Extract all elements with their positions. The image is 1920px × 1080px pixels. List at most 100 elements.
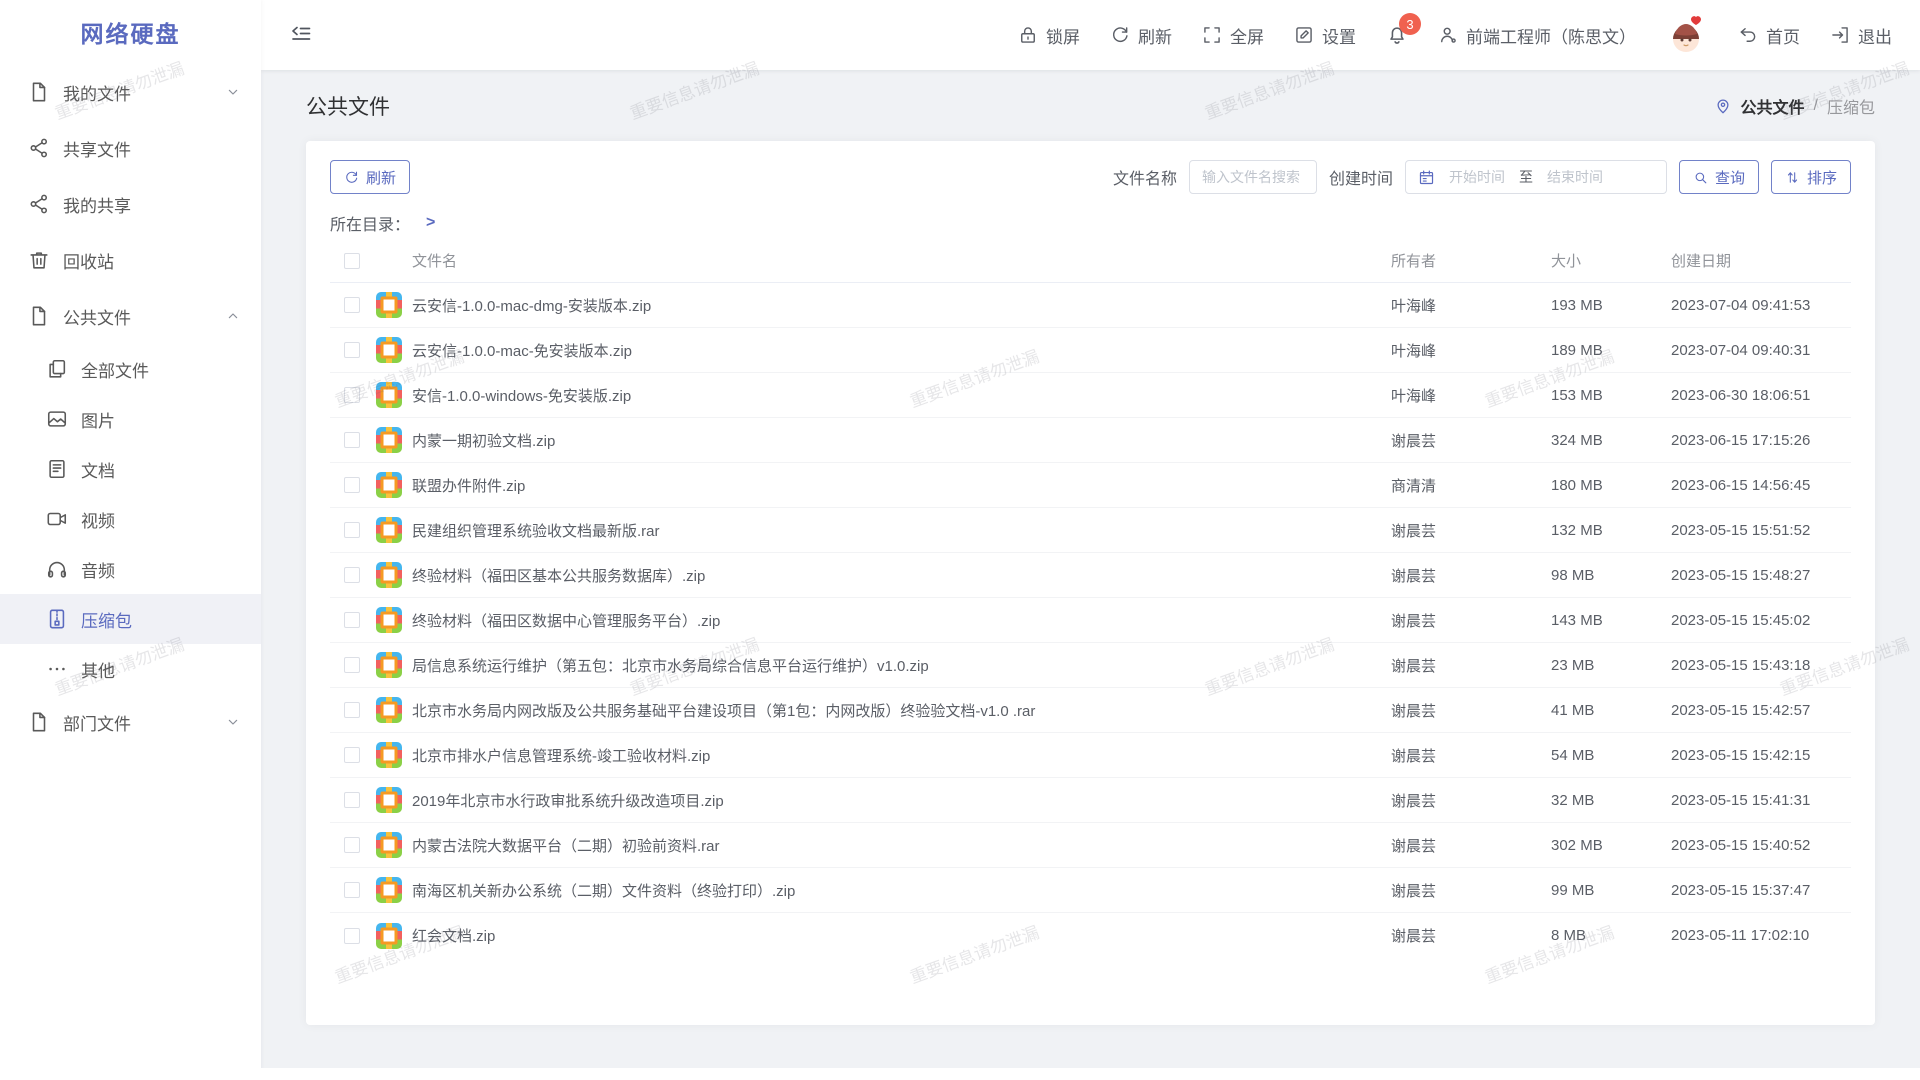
table-row[interactable]: 云安信-1.0.0-mac-免安装版本.zip 叶海峰 189 MB 2023-… [330,328,1851,373]
row-checkbox[interactable] [344,612,360,628]
sidebar-item-回收站[interactable]: 回收站 [0,232,261,288]
row-checkbox[interactable] [344,567,360,583]
table-row[interactable]: 内蒙一期初验文档.zip 谢晨芸 324 MB 2023-06-15 17:15… [330,418,1851,463]
sidebar-item-label: 其他 [81,657,115,682]
trash-icon [28,249,50,271]
table-row[interactable]: 民建组织管理系统验收文档最新版.rar 谢晨芸 132 MB 2023-05-1… [330,508,1851,553]
sidebar-item-公共文件[interactable]: 公共文件 [0,288,261,344]
row-checkbox[interactable] [344,702,360,718]
avatar[interactable] [1666,14,1708,56]
file-name[interactable]: 南海区机关新办公系统（二期）文件资料（终验打印）.zip [412,880,1391,901]
fullscreen-button[interactable]: 全屏 [1202,23,1264,48]
table-row[interactable]: 北京市水务局内网改版及公共服务基础平台建设项目（第1包：内网改版）终验验文档-v… [330,688,1851,733]
main-area: 公共文件 公共文件 / 压缩包 刷新 文件名称 创建时间 [261,70,1920,1080]
sidebar-item-label: 回收站 [63,248,114,273]
home-button[interactable]: 首页 [1738,23,1800,48]
table-row[interactable]: 终验材料（福田区数据中心管理服务平台）.zip 谢晨芸 143 MB 2023-… [330,598,1851,643]
sidebar-item-共享文件[interactable]: 共享文件 [0,120,261,176]
table-row[interactable]: 云安信-1.0.0-mac-dmg-安装版本.zip 叶海峰 193 MB 20… [330,283,1851,328]
row-checkbox[interactable] [344,837,360,853]
table-row[interactable]: 安信-1.0.0-windows-免安装版.zip 叶海峰 153 MB 202… [330,373,1851,418]
file-name[interactable]: 云安信-1.0.0-mac-dmg-安装版本.zip [412,295,1391,316]
page-title: 公共文件 [306,91,390,121]
file-name[interactable]: 内蒙古法院大数据平台（二期）初验前资料.rar [412,835,1391,856]
table-row[interactable]: 联盟办件附件.zip 商清清 180 MB 2023-06-15 14:56:4… [330,463,1851,508]
menu-fold-icon[interactable] [289,23,313,47]
row-checkbox[interactable] [344,387,360,403]
file-date: 2023-05-15 15:45:02 [1671,612,1851,629]
row-checkbox[interactable] [344,342,360,358]
table-row[interactable]: 局信息系统运行维护（第五包：北京市水务局综合信息平台运行维护）v1.0.zip … [330,643,1851,688]
sidebar-item-我的文件[interactable]: 我的文件 [0,64,261,120]
sidebar-item-其他[interactable]: 其他 [0,644,261,694]
directory-arrow[interactable]: > [426,214,435,232]
notification-bell-button[interactable]: 3 [1386,24,1408,46]
sidebar-item-全部文件[interactable]: 全部文件 [0,344,261,394]
sidebar-item-压缩包[interactable]: 压缩包 [0,594,261,644]
sidebar-item-label: 共享文件 [63,136,131,161]
file-size: 132 MB [1551,522,1671,539]
sort-button[interactable]: 排序 [1771,160,1851,194]
file-size: 99 MB [1551,882,1671,899]
file-date: 2023-06-15 17:15:26 [1671,432,1851,449]
table-row[interactable]: 2019年北京市水行政审批系统升级改造项目.zip 谢晨芸 32 MB 2023… [330,778,1851,823]
file-name[interactable]: 民建组织管理系统验收文档最新版.rar [412,520,1391,541]
sidebar-item-label: 压缩包 [81,607,132,632]
file-name[interactable]: 内蒙一期初验文档.zip [412,430,1391,451]
file-name[interactable]: 局信息系统运行维护（第五包：北京市水务局综合信息平台运行维护）v1.0.zip [412,655,1391,676]
list-refresh-button[interactable]: 刷新 [330,160,410,194]
query-button[interactable]: 查询 [1679,160,1759,194]
file-name[interactable]: 云安信-1.0.0-mac-免安装版本.zip [412,340,1391,361]
table-row[interactable]: 内蒙古法院大数据平台（二期）初验前资料.rar 谢晨芸 302 MB 2023-… [330,823,1851,868]
row-checkbox[interactable] [344,432,360,448]
file-name[interactable]: 2019年北京市水行政审批系统升级改造项目.zip [412,790,1391,811]
file-size: 143 MB [1551,612,1671,629]
audio-icon [46,558,68,580]
table-row[interactable]: 终验材料（福田区基本公共服务数据库）.zip 谢晨芸 98 MB 2023-05… [330,553,1851,598]
file-owner: 谢晨芸 [1391,520,1551,541]
file-name[interactable]: 安信-1.0.0-windows-免安装版.zip [412,385,1391,406]
settings-button[interactable]: 设置 [1294,23,1356,48]
file-date: 2023-05-15 15:40:52 [1671,837,1851,854]
video-icon [46,508,68,530]
sidebar-item-图片[interactable]: 图片 [0,394,261,444]
breadcrumb-root[interactable]: 公共文件 [1741,94,1805,118]
user-menu[interactable]: 前端工程师（陈思文） [1438,23,1636,48]
fullscreen-icon [1202,25,1222,45]
lock-screen-button[interactable]: 锁屏 [1018,23,1080,48]
row-checkbox[interactable] [344,792,360,808]
file-name[interactable]: 红会文档.zip [412,925,1391,946]
table-row[interactable]: 红会文档.zip 谢晨芸 8 MB 2023-05-11 17:02:10 [330,913,1851,958]
date-range-picker[interactable]: 开始时间 至 结束时间 [1405,160,1667,194]
row-checkbox[interactable] [344,882,360,898]
row-checkbox[interactable] [344,297,360,313]
logout-button[interactable]: 退出 [1830,23,1892,48]
file-name[interactable]: 联盟办件附件.zip [412,475,1391,496]
file-size: 153 MB [1551,387,1671,404]
file-owner: 谢晨芸 [1391,880,1551,901]
sidebar-item-视频[interactable]: 视频 [0,494,261,544]
filename-search-input[interactable] [1189,160,1317,194]
refresh-button[interactable]: 刷新 [1110,23,1172,48]
select-all-checkbox[interactable] [344,253,360,269]
row-checkbox[interactable] [344,928,360,944]
files-icon [46,358,68,380]
document-icon [46,458,68,480]
file-name[interactable]: 北京市排水户信息管理系统-竣工验收材料.zip [412,745,1391,766]
footer-strip [0,1068,1920,1080]
table-row[interactable]: 南海区机关新办公系统（二期）文件资料（终验打印）.zip 谢晨芸 99 MB 2… [330,868,1851,913]
sidebar-item-我的共享[interactable]: 我的共享 [0,176,261,232]
sidebar-item-文档[interactable]: 文档 [0,444,261,494]
file-name[interactable]: 终验材料（福田区基本公共服务数据库）.zip [412,565,1391,586]
row-checkbox[interactable] [344,657,360,673]
row-checkbox[interactable] [344,522,360,538]
row-checkbox[interactable] [344,747,360,763]
table-row[interactable]: 北京市排水户信息管理系统-竣工验收材料.zip 谢晨芸 54 MB 2023-0… [330,733,1851,778]
file-name[interactable]: 北京市水务局内网改版及公共服务基础平台建设项目（第1包：内网改版）终验验文档-v… [412,700,1391,721]
row-checkbox[interactable] [344,477,360,493]
sidebar-item-部门文件[interactable]: 部门文件 [0,694,261,750]
zip-file-icon [376,652,402,678]
file-owner: 谢晨芸 [1391,700,1551,721]
sidebar-item-音频[interactable]: 音频 [0,544,261,594]
file-name[interactable]: 终验材料（福田区数据中心管理服务平台）.zip [412,610,1391,631]
